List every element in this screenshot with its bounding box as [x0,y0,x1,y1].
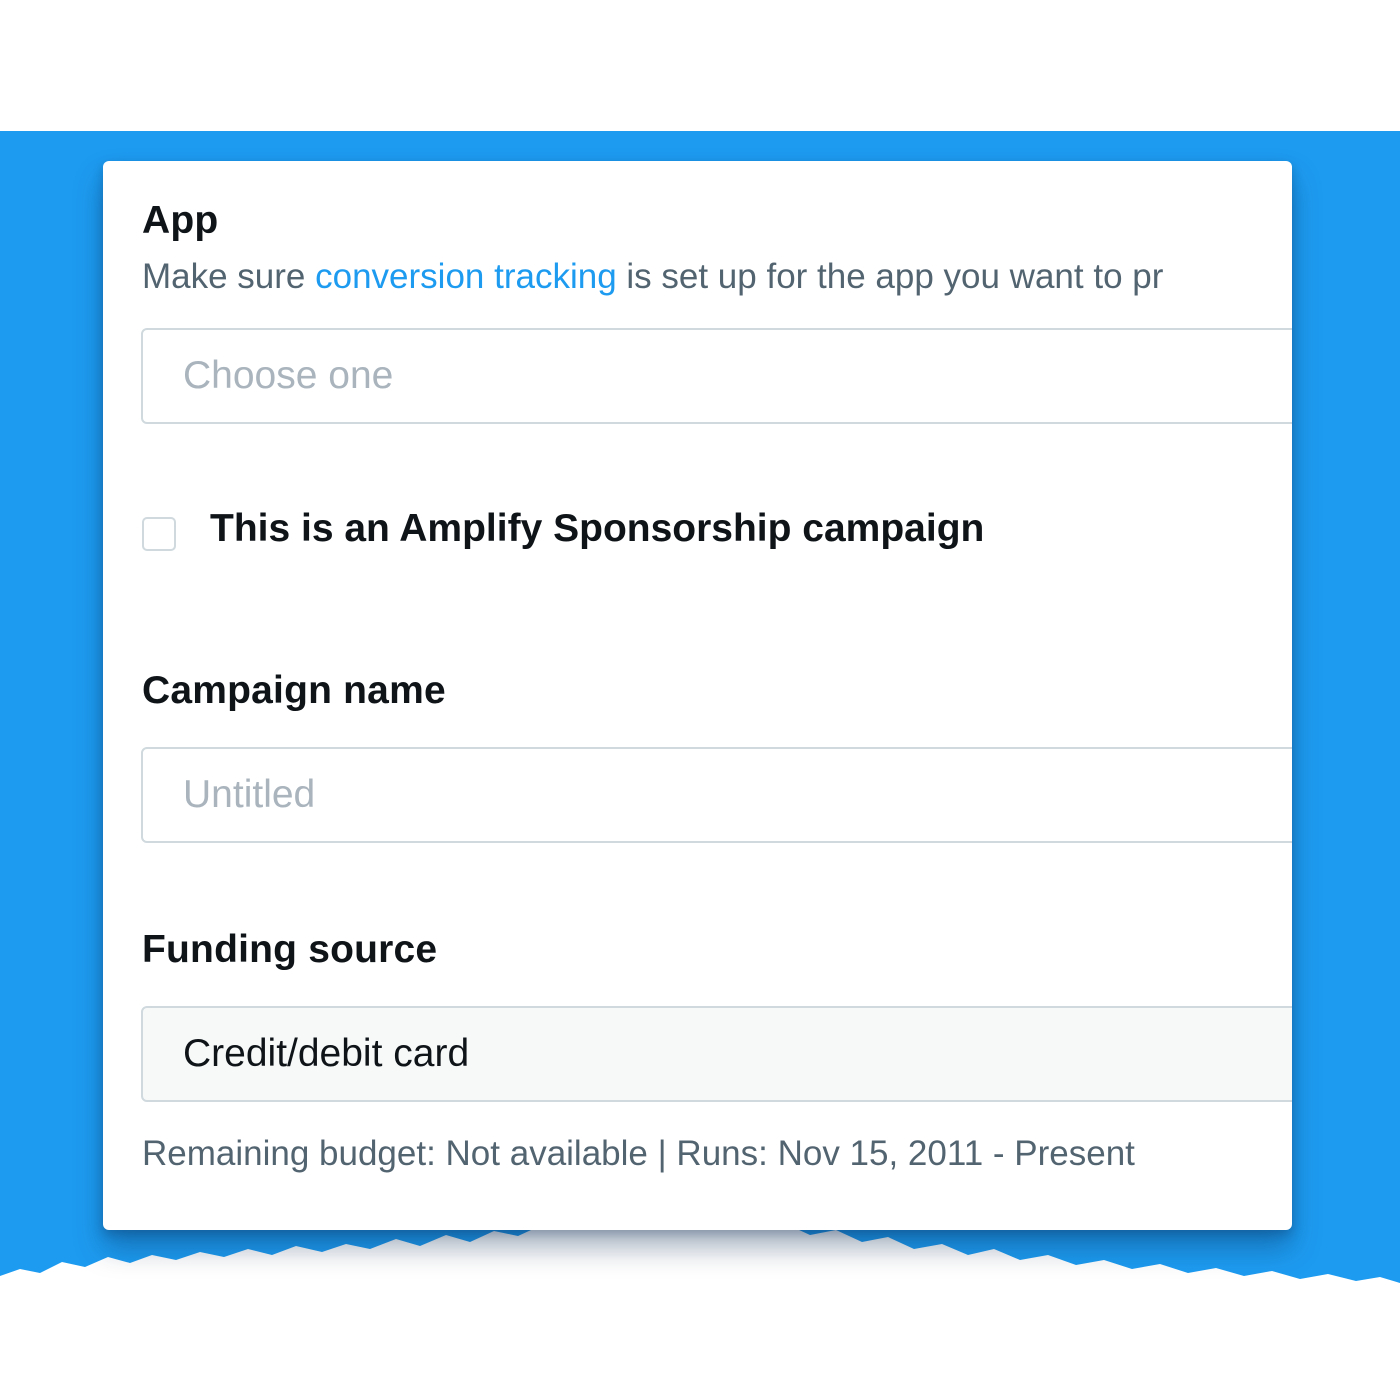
help-prefix: Make sure [142,257,316,296]
app-select-placeholder: Choose one [183,354,394,397]
remaining-budget-note: Remaining budget: Not available | Runs: … [142,1134,1135,1173]
campaign-form-card: App Make sure conversion tracking is set… [103,161,1292,1230]
campaign-name-label: Campaign name [142,669,446,712]
campaign-name-placeholder: Untitled [183,773,316,816]
help-suffix: is set up for the app you want to pr [616,257,1164,296]
funding-source-label: Funding source [142,928,438,971]
app-select[interactable]: Choose one [141,328,1292,424]
screenshot-stage: App Make sure conversion tracking is set… [0,0,1400,1400]
amplify-sponsorship-checkbox[interactable] [142,517,176,551]
app-label: App [142,199,219,242]
campaign-name-input[interactable]: Untitled [141,747,1292,843]
conversion-tracking-link[interactable]: conversion tracking [315,257,617,296]
app-help-text: Make sure conversion tracking is set up … [142,257,1163,297]
amplify-sponsorship-label[interactable]: This is an Amplify Sponsorship campaign [210,507,984,551]
funding-source-value: Credit/debit card [183,1032,470,1075]
funding-source-select[interactable]: Credit/debit card [141,1006,1292,1102]
